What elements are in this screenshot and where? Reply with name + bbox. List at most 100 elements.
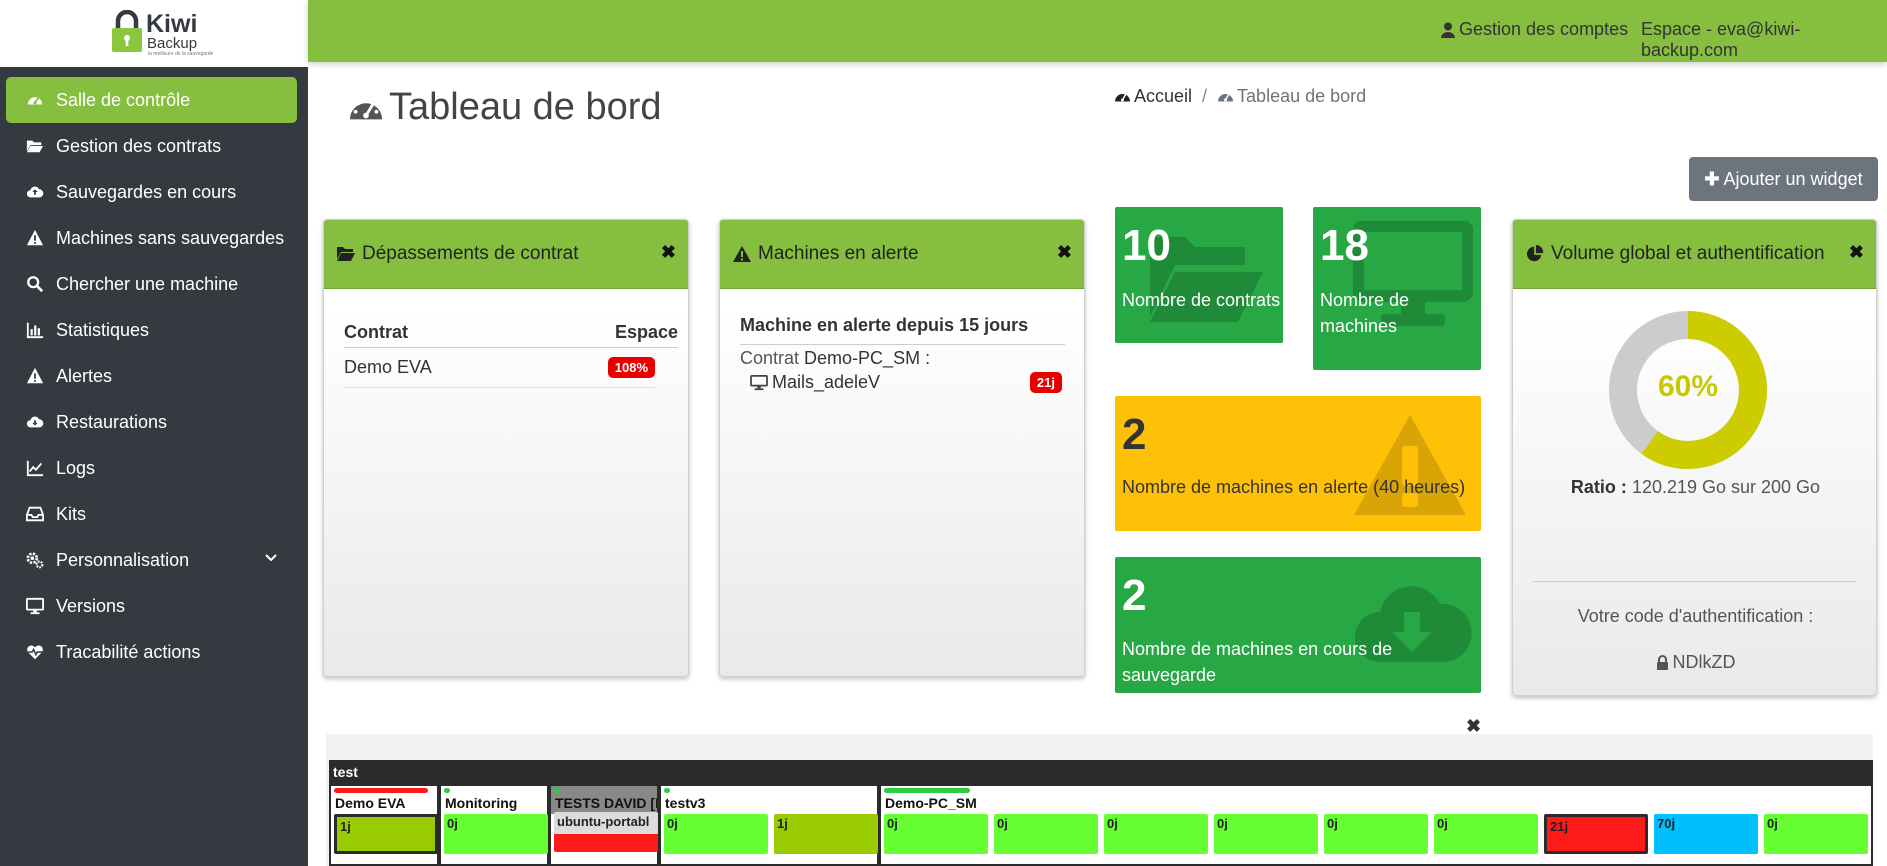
contract-name: Monitoring	[445, 795, 518, 811]
inbox-icon	[26, 504, 48, 524]
breadcrumb-home-label: Accueil	[1134, 86, 1193, 106]
widget-title: Volume global et authentification	[1551, 243, 1825, 264]
close-icon[interactable]: ✖	[1057, 242, 1072, 263]
sidebar-item-statistics[interactable]: Statistiques	[0, 307, 308, 353]
tile-machines[interactable]: 18 Nombre de machines	[1313, 207, 1481, 370]
account-management-link[interactable]: Gestion des comptes	[1441, 19, 1628, 40]
cloud-upload-icon	[26, 182, 48, 202]
volume-ratio: Ratio : 120.219 Go sur 200 Go	[1513, 477, 1876, 498]
contract-block[interactable]: TESTS DAVID [INubuntu-portabl	[549, 784, 659, 866]
table-row[interactable]: Demo EVA 108%	[344, 348, 655, 388]
widget-header: Machines en alerte ✖	[720, 220, 1084, 289]
machine-cell[interactable]: 0j	[444, 814, 548, 854]
auth-code-label: Votre code d'authentification :	[1577, 606, 1814, 626]
machine-cell[interactable]: 70j	[1654, 814, 1758, 854]
dashboard-icon	[349, 97, 383, 119]
close-icon[interactable]: ✖	[661, 242, 676, 263]
tile-label: Nombre de contrats	[1122, 290, 1281, 310]
sidebar-item-versions[interactable]: Versions	[0, 583, 308, 629]
contract-block[interactable]: testv3 0j 1j	[659, 784, 879, 866]
tile-machines-alert[interactable]: 2 Nombre de machines en alerte (40 heure…	[1115, 396, 1481, 531]
machine-cell[interactable]: 0j	[1104, 814, 1208, 854]
sidebar-item-logs[interactable]: Logs	[0, 445, 308, 491]
chevron-down-icon[interactable]	[264, 551, 278, 565]
widget-contract-overruns: Dépassements de contrat ✖ Contrat Espace…	[323, 219, 689, 677]
breadcrumb-home[interactable]: Accueil	[1114, 86, 1192, 107]
auth-code-value: NDlkZD	[1672, 652, 1736, 672]
sidebar-item-label: Salle de contrôle	[56, 89, 191, 110]
logo-tagline: la meilleure de la sauvegarde	[148, 51, 214, 57]
contracts-row: Demo EVA1jMonitoring0jTESTS DAVID [INubu…	[329, 784, 1873, 866]
kiwi-backup-logo[interactable]: Kiwi Backup la meilleure de la sauvegard…	[110, 8, 213, 58]
machine-cell[interactable]: 0j	[1214, 814, 1318, 854]
breadcrumb-current-label: Tableau de bord	[1237, 86, 1367, 106]
machine-cell[interactable]: 0j	[664, 814, 768, 854]
user-space-link[interactable]: Espace - eva@kiwi-backup.com	[1641, 19, 1887, 61]
sidebar-item-label: Restaurations	[56, 411, 168, 432]
add-widget-button[interactable]: ✚ Ajouter un widget	[1689, 157, 1878, 201]
folder-open-icon	[337, 247, 355, 261]
machine-cell[interactable]: 1j	[334, 814, 438, 854]
sidebar-item-label: Chercher une machine	[56, 273, 239, 294]
contract-block[interactable]: Monitoring 0j	[439, 784, 549, 866]
sidebar-item-personalisation[interactable]: Personnalisation	[0, 537, 308, 583]
page-title-text: Tableau de bord	[389, 86, 662, 128]
sidebar-item-alerts[interactable]: Alertes	[0, 353, 308, 399]
close-icon[interactable]: ✖	[1849, 242, 1864, 263]
add-widget-label: Ajouter un widget	[1723, 168, 1863, 189]
tile-value: 10	[1122, 221, 1171, 270]
contract-name: testv3	[665, 795, 706, 811]
machine-cell[interactable]: ubuntu-portabl	[554, 812, 658, 852]
breadcrumb-current: Tableau de bord	[1217, 86, 1366, 107]
folder-open-icon	[26, 136, 48, 156]
sidebar-item-machines-without-backups[interactable]: Machines sans sauvegardes	[0, 215, 308, 261]
warning-icon	[1354, 415, 1466, 515]
sidebar-item-action-traceability[interactable]: Tracabilité actions	[0, 629, 308, 675]
sidebar-item-label: Gestion des contrats	[56, 135, 222, 156]
machine-cell[interactable]: 1j	[774, 814, 878, 854]
sidebar: Kiwi Backup la meilleure de la sauvegard…	[0, 0, 308, 866]
sidebar-item-control-room[interactable]: Salle de contrôle	[6, 77, 297, 123]
contract-block[interactable]: Demo EVA 1j	[329, 784, 439, 866]
tile-value: 18	[1320, 221, 1369, 270]
sidebar-item-label: Kits	[56, 503, 87, 524]
sidebar-item-label: Versions	[56, 595, 126, 616]
widget-header: Dépassements de contrat ✖	[324, 220, 688, 289]
machine-cell[interactable]: 0j	[1324, 814, 1428, 854]
sidebar-item-search-machine[interactable]: Chercher une machine	[0, 261, 308, 307]
logo-word-backup: Backup	[147, 35, 198, 52]
tile-contracts[interactable]: 10 Nombre de contrats	[1115, 207, 1283, 343]
contract-label: Contrat	[740, 348, 800, 368]
alert-machine-row[interactable]: Mails_adeleV 21j	[750, 372, 1062, 393]
col-space: Espace	[614, 322, 678, 342]
desktop-icon	[26, 596, 48, 616]
machine-cell[interactable]: 21j	[1544, 814, 1648, 854]
tile-value: 2	[1122, 571, 1147, 620]
lock-logo-icon	[112, 10, 142, 52]
sidebar-item-kits[interactable]: Kits	[0, 491, 308, 537]
tile-backups-in-progress[interactable]: 2 Nombre de machines en cours de sauvega…	[1115, 557, 1481, 693]
alert-contract: Contrat Demo-PC_SM :	[740, 348, 930, 369]
dashboard-icon	[1115, 93, 1130, 102]
tile-label: Nombre de machines en cours de sauvegard…	[1122, 639, 1393, 685]
machine-cell[interactable]: 0j	[1434, 814, 1538, 854]
widget-volume-auth: Volume global et authentification ✖ 60% …	[1512, 219, 1877, 696]
space-badge: 108%	[607, 357, 655, 378]
contract-status-bar	[444, 788, 450, 793]
ratio-label: Ratio :	[1570, 477, 1627, 497]
top-navbar: Gestion des comptes Espace - eva@kiwi-ba…	[308, 0, 1887, 62]
bar-chart-icon	[26, 320, 48, 340]
sidebar-item-backups-in-progress[interactable]: Sauvegardes en cours	[0, 169, 308, 215]
warning-icon	[26, 366, 48, 386]
sidebar-item-restorations[interactable]: Restaurations	[0, 399, 308, 445]
sidebar-item-label: Logs	[56, 457, 96, 478]
contract-block[interactable]: Demo-PC_SM 0j 0j 0j 0j 0j 0j 21j 70j 0j	[879, 784, 1873, 866]
machine-cell[interactable]: 0j	[1764, 814, 1868, 854]
machine-cell[interactable]: 0j	[884, 814, 988, 854]
tile-label: Nombre de machines	[1320, 290, 1410, 336]
sidebar-item-label: Machines sans sauvegardes	[56, 227, 285, 248]
machine-cell[interactable]: 0j	[994, 814, 1098, 854]
sidebar-item-contracts[interactable]: Gestion des contrats	[0, 123, 308, 169]
tile-label: Nombre de machines en alerte (40 heures)	[1122, 477, 1466, 497]
lock-icon	[1656, 655, 1668, 670]
